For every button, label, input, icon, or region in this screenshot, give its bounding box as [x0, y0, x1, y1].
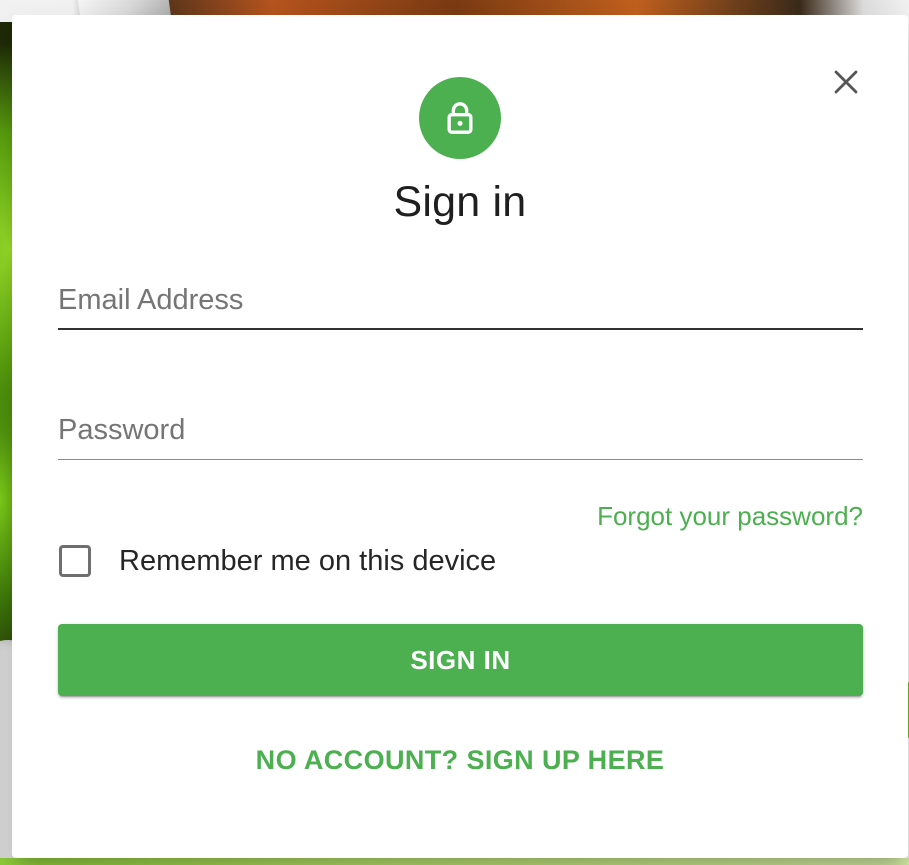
remember-me-option[interactable]: Remember me on this device: [59, 539, 496, 583]
backdrop-bottom-strip: [0, 858, 909, 865]
sign-up-link[interactable]: NO ACCOUNT? SIGN UP HERE: [12, 745, 908, 776]
email-underline: [58, 328, 863, 330]
lock-avatar: [419, 77, 501, 159]
email-field: [58, 260, 863, 330]
password-input[interactable]: [58, 400, 863, 460]
remember-me-checkbox[interactable]: [59, 545, 91, 577]
sign-in-button[interactable]: SIGN IN: [58, 624, 863, 696]
sign-in-dialog: Sign in Forgot your password? Remember m…: [12, 15, 908, 858]
password-field: [58, 390, 863, 460]
email-input[interactable]: [58, 270, 863, 330]
password-underline: [58, 459, 863, 460]
dialog-title: Sign in: [393, 178, 527, 226]
remember-me-label: Remember me on this device: [119, 544, 497, 577]
close-button[interactable]: [825, 61, 867, 103]
forgot-password-link[interactable]: Forgot your password?: [597, 501, 863, 532]
lock-icon: [447, 102, 473, 134]
close-icon: [834, 70, 858, 94]
